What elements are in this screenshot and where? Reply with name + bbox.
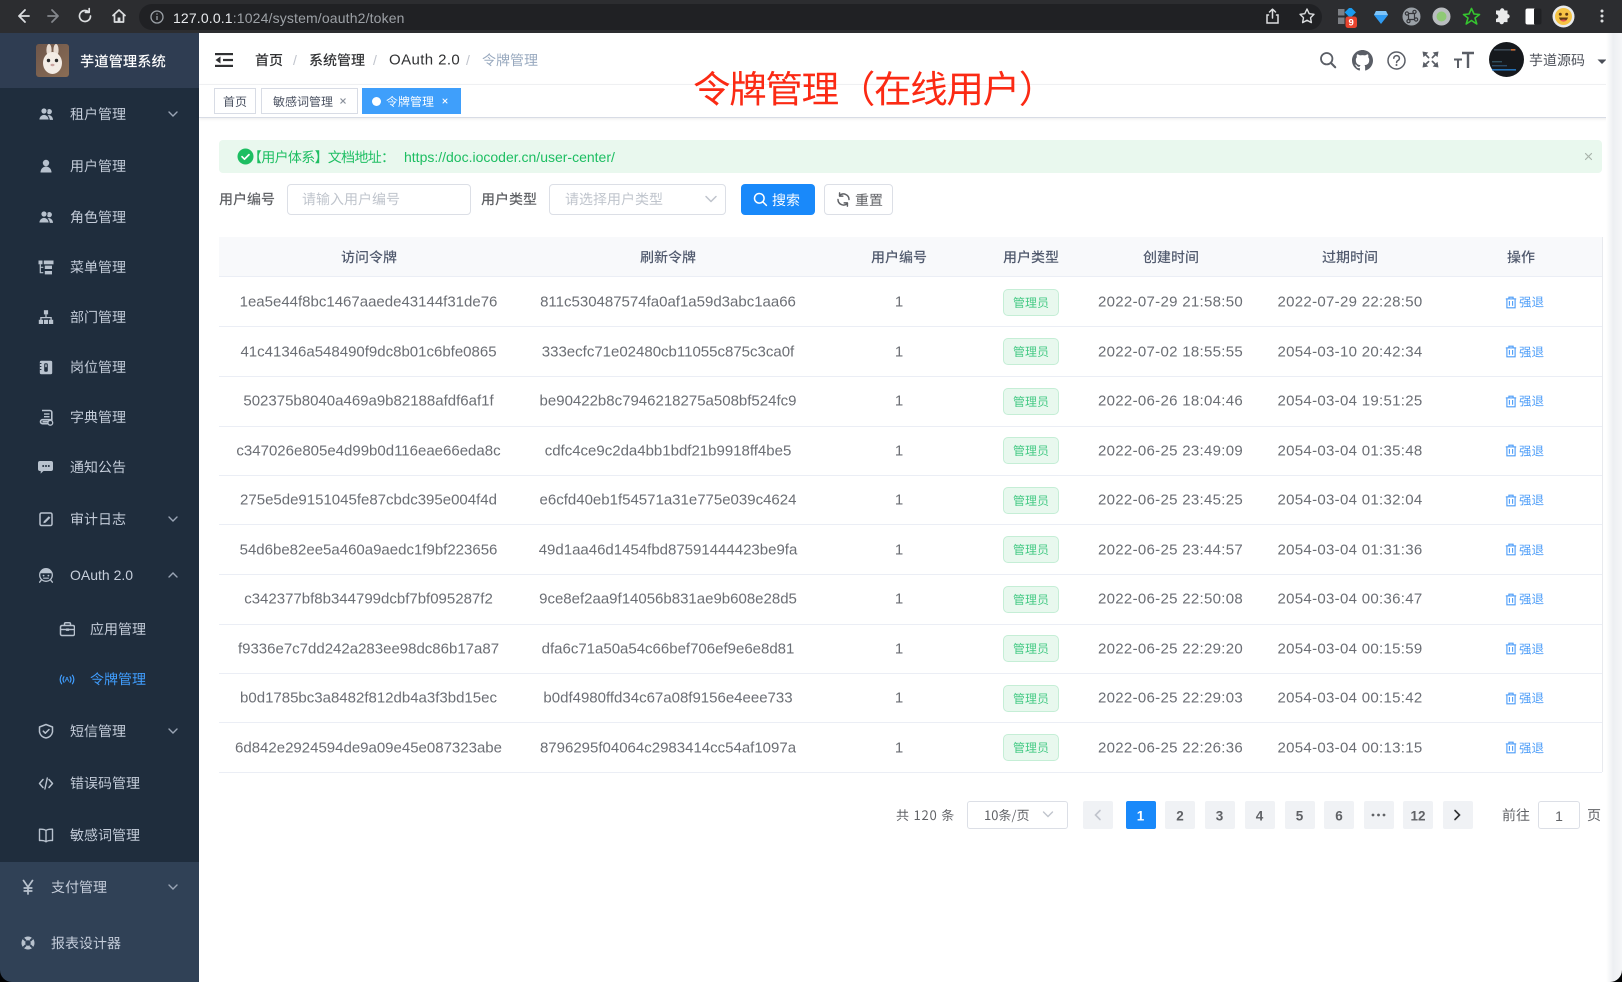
svg-text:A: A [65,677,70,684]
svg-text:9: 9 [1349,18,1354,28]
